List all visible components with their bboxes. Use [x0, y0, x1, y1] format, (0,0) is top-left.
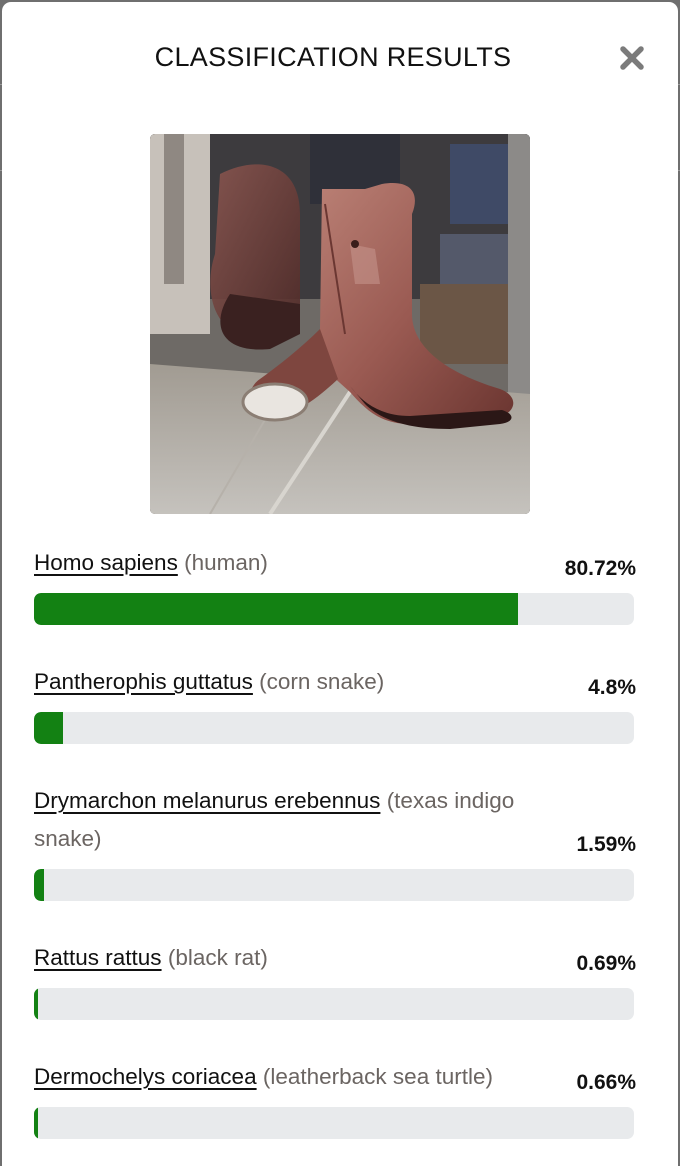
- confidence-percent: 1.59%: [576, 833, 636, 856]
- result-item: Pantherophis guttatus (corn snake) 4.8%: [34, 663, 636, 744]
- classified-photo: [150, 134, 530, 514]
- common-name: (leatherback sea turtle): [262, 1064, 493, 1089]
- confidence-bar: [34, 712, 634, 744]
- species-link[interactable]: Rattus rattus: [34, 945, 162, 970]
- result-item: Dermochelys coriacea (leatherback sea tu…: [34, 1058, 636, 1139]
- species-name: Pantherophis guttatus (corn snake): [34, 663, 384, 701]
- result-header: Homo sapiens (human) 80.72%: [34, 544, 636, 582]
- common-name: (black rat): [167, 945, 268, 970]
- confidence-percent: 80.72%: [564, 557, 636, 580]
- confidence-bar-fill: [34, 1107, 38, 1139]
- result-header: Pantherophis guttatus (corn snake) 4.8%: [34, 663, 636, 701]
- confidence-percent: 0.69%: [576, 952, 636, 975]
- species-link[interactable]: Homo sapiens: [34, 550, 178, 575]
- common-name: (human): [184, 550, 268, 575]
- species-link[interactable]: Pantherophis guttatus: [34, 669, 253, 694]
- result-header: Drymarchon melanurus erebennus (texas in…: [34, 782, 636, 858]
- confidence-bar-fill: [34, 988, 39, 1020]
- species-name: Dermochelys coriacea (leatherback sea tu…: [34, 1058, 493, 1096]
- close-icon: [620, 46, 644, 70]
- result-header: Dermochelys coriacea (leatherback sea tu…: [34, 1058, 636, 1096]
- species-link[interactable]: Dermochelys coriacea: [34, 1064, 257, 1089]
- confidence-bar: [34, 1107, 634, 1139]
- species-name: Rattus rattus (black rat): [34, 939, 268, 977]
- common-name: (corn snake): [259, 669, 385, 694]
- result-item: Rattus rattus (black rat) 0.69%: [34, 939, 636, 1020]
- result-item: Drymarchon melanurus erebennus (texas in…: [34, 782, 636, 901]
- confidence-bar: [34, 593, 634, 625]
- species-link[interactable]: Drymarchon melanurus erebennus: [34, 788, 380, 813]
- species-name: Drymarchon melanurus erebennus (texas in…: [34, 782, 574, 858]
- modal-title: CLASSIFICATION RESULTS: [154, 42, 512, 72]
- result-item: Homo sapiens (human) 80.72%: [34, 544, 636, 625]
- confidence-percent: 0.66%: [576, 1071, 636, 1094]
- confidence-percent: 4.8%: [588, 676, 636, 699]
- classification-modal: CLASSIFICATION RESULTS Homo sapiens (hum…: [2, 2, 678, 1166]
- confidence-bar: [34, 988, 634, 1020]
- boot-photo-illustration: [150, 134, 530, 514]
- confidence-bar: [34, 869, 634, 901]
- confidence-bar-fill: [34, 712, 63, 744]
- results-list: Homo sapiens (human) 80.72% Pantherophis g…: [34, 544, 636, 1139]
- species-name: Homo sapiens (human): [34, 544, 268, 582]
- result-header: Rattus rattus (black rat) 0.69%: [34, 939, 636, 977]
- close-button[interactable]: [614, 40, 650, 76]
- confidence-bar-fill: [34, 869, 44, 901]
- confidence-bar-fill: [34, 593, 519, 625]
